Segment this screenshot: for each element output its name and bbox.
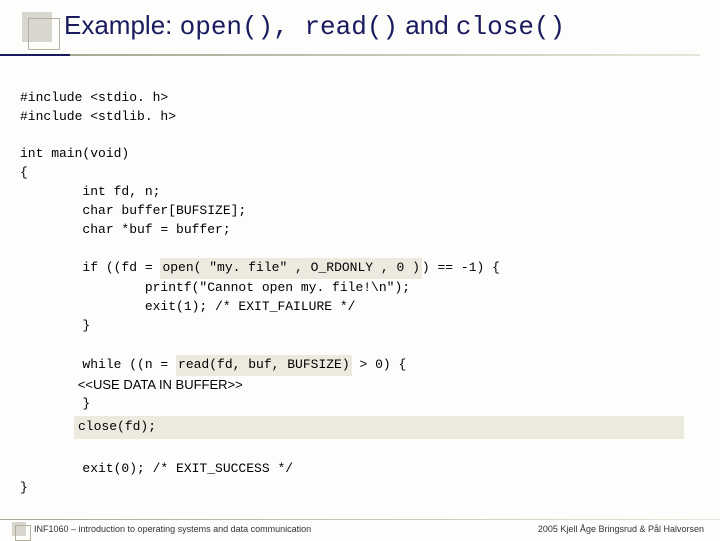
footer-accent-icon (12, 522, 26, 536)
code-line: ) == -1) { (422, 260, 500, 275)
code-line: #include <stdio. h> (20, 90, 168, 105)
title-accent-icon (22, 12, 52, 42)
highlight-read-call: read(fd, buf, BUFSIZE) (176, 355, 352, 376)
title-prefix: Example: (64, 10, 180, 40)
code-line: #include <stdlib. h> (20, 109, 176, 124)
title-bar: Example: open(), read() and close() (0, 0, 720, 60)
title-and: and (398, 10, 456, 40)
code-line: printf("Cannot open my. file!\n"); (20, 280, 410, 295)
code-line: int main(void) (20, 146, 129, 161)
slide-title: Example: open(), read() and close() (64, 10, 720, 42)
code-line: int fd, n; (20, 184, 160, 199)
code-line: while ((n = (20, 357, 176, 372)
code-line: if ((fd = (20, 260, 160, 275)
code-line: } (20, 396, 90, 411)
code-line: exit(0); /* EXIT_SUCCESS */ (20, 461, 293, 476)
title-underline (0, 54, 700, 56)
footer-left: INF1060 – introduction to operating syst… (34, 524, 311, 534)
footer-right: 2005 Kjell Åge Bringsrud & Pål Halvorsen (538, 524, 704, 534)
code-line: char *buf = buffer; (20, 222, 231, 237)
title-open: open() (180, 12, 274, 42)
code-line: char buffer[BUFSIZE]; (20, 203, 246, 218)
code-line: <<USE DATA IN BUFFER>> (20, 377, 243, 392)
highlight-close-call: close(fd); (74, 416, 684, 439)
title-sep1: , (273, 12, 304, 42)
code-line: } (20, 318, 90, 333)
code-line: { (20, 165, 28, 180)
code-line: > 0) { (352, 357, 407, 372)
code-line: } (20, 480, 28, 495)
highlight-open-call: open( "my. file" , O_RDONLY , 0 ) (160, 258, 421, 279)
title-close: close() (456, 12, 565, 42)
code-block: #include <stdio. h> #include <stdlib. h>… (0, 60, 720, 498)
code-line: exit(1); /* EXIT_FAILURE */ (20, 299, 355, 314)
title-read: read() (304, 12, 398, 42)
footer-line (0, 519, 720, 520)
